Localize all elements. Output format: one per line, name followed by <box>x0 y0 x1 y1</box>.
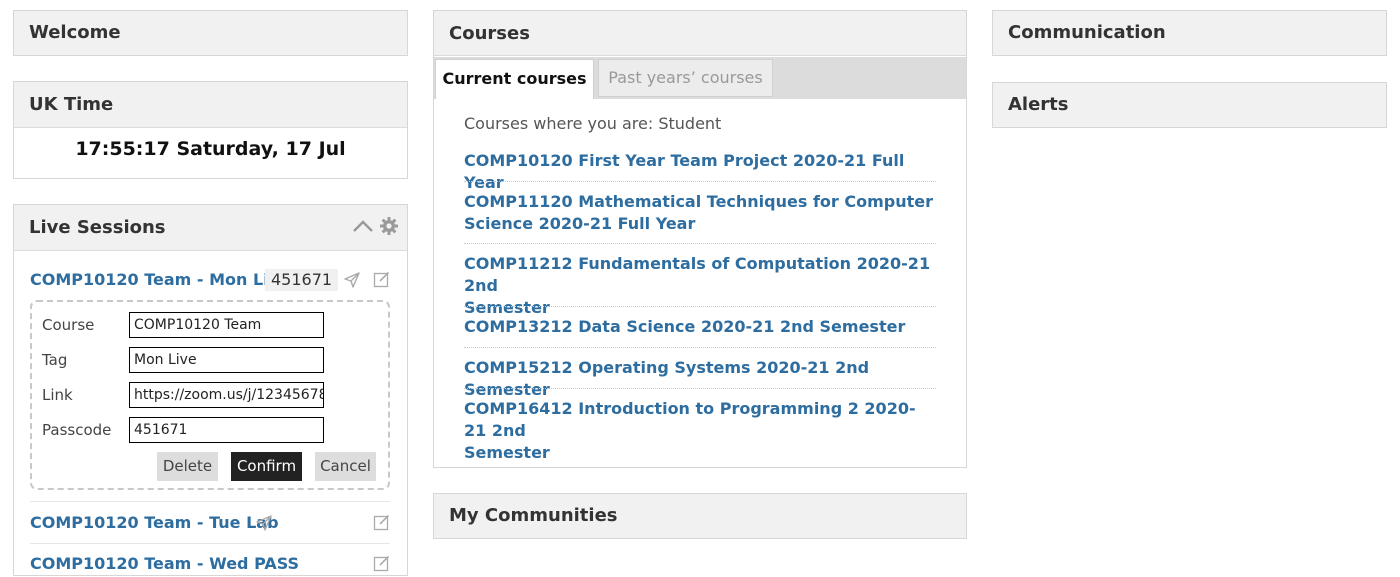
course-divider <box>464 243 936 244</box>
tab-past-courses-label: Past years’ courses <box>608 68 763 87</box>
tab-current-courses[interactable]: Current courses <box>435 59 594 99</box>
session-passcode-badge: 451671 <box>265 269 339 291</box>
course-link[interactable]: COMP10120 First Year Team Project 2020-2… <box>464 150 936 194</box>
live-sessions-title: Live Sessions <box>29 217 166 238</box>
gear-icon[interactable] <box>380 217 398 235</box>
courses-role-text: Courses where you are: Student <box>464 114 722 133</box>
course-link[interactable]: COMP11212 Fundamentals of Computation 20… <box>464 253 936 319</box>
link-label: Link <box>42 386 73 404</box>
cancel-button[interactable]: Cancel <box>315 452 376 481</box>
courses-panel: Courses Current courses Past years’ cour… <box>433 10 967 468</box>
course-title-line: COMP10120 First Year Team Project 2020-2… <box>464 151 905 192</box>
session-row: COMP10120 Team - Mon Live 451671 <box>30 269 390 293</box>
uk-time-clock: 17:55:17 Saturday, 17 Jul <box>75 138 346 160</box>
courses-header[interactable]: Courses <box>434 11 966 56</box>
my-communities-header[interactable]: My Communities <box>434 494 966 538</box>
course-divider <box>464 181 936 182</box>
session-row: COMP10120 Team - Tue Lab <box>30 512 390 536</box>
courses-tab-strip: Current courses Past years’ courses <box>434 57 966 99</box>
edit-icon[interactable] <box>373 270 391 288</box>
session-edit-form: Course COMP10120 Team Tag Mon Live Link … <box>30 300 390 490</box>
communication-panel: Communication <box>992 10 1387 56</box>
my-communities-panel: My Communities <box>433 493 967 539</box>
courses-title: Courses <box>449 23 530 44</box>
session-row: COMP10120 Team - Wed PASS <box>30 553 390 577</box>
course-link[interactable]: COMP11120 Mathematical Techniques for Co… <box>464 191 936 235</box>
course-title-line: COMP13212 Data Science 2020-21 2nd Semes… <box>464 317 906 336</box>
course-title-line: Semester <box>464 443 550 462</box>
passcode-input[interactable]: 451671 <box>129 417 324 443</box>
session-link[interactable]: COMP10120 Team - Mon Live <box>30 269 290 291</box>
send-icon[interactable] <box>255 514 273 532</box>
tab-current-courses-label: Current courses <box>442 69 587 88</box>
session-link[interactable]: COMP10120 Team - Wed PASS <box>30 553 299 575</box>
uk-time-header[interactable]: UK Time <box>14 82 407 128</box>
communication-header[interactable]: Communication <box>993 11 1386 55</box>
session-divider <box>30 501 390 502</box>
live-sessions-header[interactable]: Live Sessions <box>14 205 407 251</box>
tab-past-courses[interactable]: Past years’ courses <box>598 59 773 97</box>
course-link[interactable]: COMP16412 Introduction to Programming 2 … <box>464 398 936 464</box>
course-divider <box>464 306 936 307</box>
confirm-button[interactable]: Confirm <box>231 452 302 481</box>
welcome-title: Welcome <box>29 22 121 43</box>
course-title-line: COMP16412 Introduction to Programming 2 … <box>464 399 916 440</box>
passcode-label: Passcode <box>42 421 112 439</box>
course-title-line: Science 2020-21 Full Year <box>464 214 696 233</box>
chevron-up-icon[interactable] <box>353 220 373 232</box>
session-divider <box>30 543 390 544</box>
course-divider <box>464 388 936 389</box>
my-communities-title: My Communities <box>449 505 618 526</box>
live-sessions-panel: Live Sessions COMP10120 Team - Mon Live … <box>13 204 408 576</box>
alerts-title: Alerts <box>1008 94 1069 115</box>
alerts-panel: Alerts <box>992 82 1387 128</box>
course-input[interactable]: COMP10120 Team <box>129 312 324 338</box>
send-icon[interactable] <box>343 271 361 289</box>
course-link[interactable]: COMP13212 Data Science 2020-21 2nd Semes… <box>464 316 936 338</box>
course-divider <box>464 347 936 348</box>
course-title-line: COMP15212 Operating Systems 2020-21 2nd … <box>464 358 870 399</box>
link-input[interactable]: https://zoom.us/j/1234567890 <box>129 382 324 408</box>
course-title-line: COMP11212 Fundamentals of Computation 20… <box>464 254 931 295</box>
tag-input[interactable]: Mon Live <box>129 347 324 373</box>
welcome-panel: Welcome <box>13 10 408 56</box>
tag-label: Tag <box>42 351 68 369</box>
welcome-header[interactable]: Welcome <box>14 11 407 55</box>
delete-button[interactable]: Delete <box>157 452 218 481</box>
course-link[interactable]: COMP15212 Operating Systems 2020-21 2nd … <box>464 357 936 401</box>
edit-icon[interactable] <box>373 554 391 572</box>
alerts-header[interactable]: Alerts <box>993 83 1386 127</box>
uk-time-panel: UK Time 17:55:17 Saturday, 17 Jul <box>13 81 408 179</box>
course-label: Course <box>42 316 95 334</box>
uk-time-title: UK Time <box>29 94 114 115</box>
communication-title: Communication <box>1008 22 1166 43</box>
edit-icon[interactable] <box>373 513 391 531</box>
session-link[interactable]: COMP10120 Team - Tue Lab <box>30 512 279 534</box>
course-title-line: COMP11120 Mathematical Techniques for Co… <box>464 192 934 211</box>
